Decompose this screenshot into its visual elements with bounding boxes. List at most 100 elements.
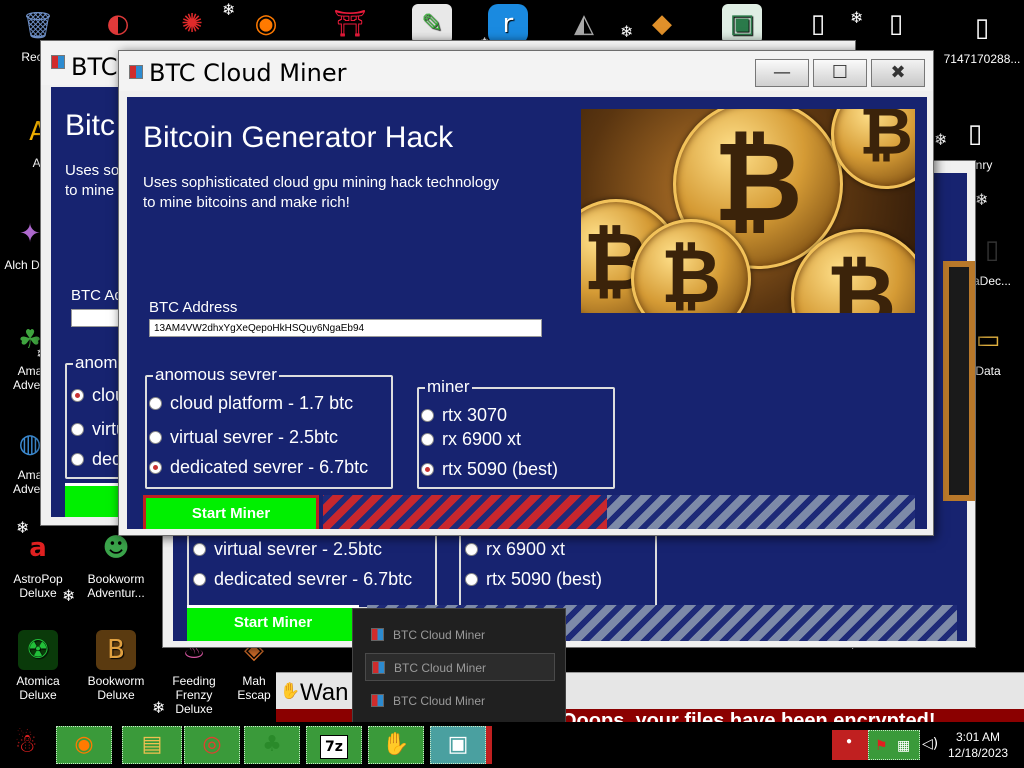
snowflake: ❄ <box>850 8 864 27</box>
document-icon: ▯ <box>888 9 904 39</box>
bitcoin-coin: ₿ <box>831 109 915 189</box>
window-title: BTC <box>71 53 118 81</box>
window-preview-item[interactable]: BTC Cloud Miner <box>365 687 555 715</box>
radio-dot <box>193 543 206 556</box>
radio-rx6900-lower[interactable]: rx 6900 xt <box>465 539 565 560</box>
progress-stripe-red <box>323 495 607 529</box>
subtitle-line-1: Uses sophisticated cloud gpu mining hack… <box>143 174 500 191</box>
radio-cloud[interactable]: clou <box>71 385 125 406</box>
taskbar: ☃ ◉ ▤ ◎ ♣ 7z ✋ ▣ ● ⚑ ▦ ◁) 3:01 AM 12/18/… <box>0 722 1024 768</box>
start-miner-button[interactable]: Start Miner <box>143 495 319 529</box>
radio-dot <box>421 409 434 422</box>
tray-network-area[interactable]: ⚑ ▦ <box>868 730 920 760</box>
radio-virtual-lower[interactable]: virtual sevrer - 2.5btc <box>193 539 382 560</box>
maximize-button[interactable]: ☐ <box>813 59 867 87</box>
cube-icon: ◆ <box>652 9 672 39</box>
btc-miner-taskbar-button[interactable]: ▣ <box>430 726 486 764</box>
radio-rx-6900-xt[interactable]: rx 6900 xt <box>421 429 521 450</box>
page-heading: Bitc <box>65 109 116 142</box>
start-miner-button-lower[interactable]: Start Miner <box>187 605 359 641</box>
radio-dot-selected <box>421 463 434 476</box>
creature-icon: ✺ <box>181 9 203 39</box>
snowflake: ❄ <box>152 698 166 717</box>
window-client: Bitcoin Generator Hack Uses sophisticate… <box>127 97 927 529</box>
handshake-icon: ✋ <box>280 683 300 700</box>
radio-dot <box>71 453 84 466</box>
explorer-taskbar-button[interactable]: ▤ <box>122 726 182 764</box>
shrine-icon: ⛩ <box>333 9 367 39</box>
network-icon: ▦ <box>897 737 911 753</box>
radio-dedicated-lower[interactable]: dedicated sevrer - 6.7btc <box>193 569 412 590</box>
radio-rtx-3070[interactable]: rtx 3070 <box>421 405 507 426</box>
address-label: BTC Ad <box>71 287 123 304</box>
security-flag-icon: ⚑ <box>875 737 888 753</box>
miner-group-title: miner <box>425 377 472 397</box>
santa-start-icon: ☃ <box>14 729 38 759</box>
ransom-window-title: Wan <box>300 679 349 706</box>
taskbar-window-preview-list: BTC Cloud Miner BTC Cloud Miner BTC Clou… <box>352 608 566 722</box>
firefox-taskbar-button[interactable]: ◉ <box>56 726 112 764</box>
clock-time[interactable]: 3:01 AM <box>956 730 1000 744</box>
tree-taskbar-icon: ♣ <box>262 732 282 757</box>
shark-icon: ◭ <box>574 9 594 39</box>
desktop-icon-bookworm-deluxe[interactable]: B Bookworm Deluxe <box>78 630 154 702</box>
window-preview-item[interactable]: BTC Cloud Miner <box>365 621 555 649</box>
desktop-icon-atomica[interactable]: ☢ Atomica Deluxe <box>0 630 76 702</box>
tree-taskbar-button[interactable]: ♣ <box>244 726 300 764</box>
chrome-taskbar-button[interactable]: ◎ <box>184 726 240 764</box>
bitcoin-image: ₿ ₿ ₿ ₿ ₿ <box>581 109 915 313</box>
radio-rtx5090-lower[interactable]: rtx 5090 (best) <box>465 569 602 590</box>
snowflake: ❄ <box>934 130 948 149</box>
btc-address-input[interactable]: 13AM4VW2dhxYgXeQepoHkHSQuy6NgaEb94 <box>149 319 542 337</box>
btc-address-label: BTC Address <box>149 299 238 316</box>
minimize-button[interactable]: — <box>755 59 809 87</box>
subtitle-line-2: to mine bitcoins and make rich! <box>143 194 350 211</box>
r-app-icon: r <box>488 4 528 44</box>
snowflake: ❄ <box>16 518 30 537</box>
handshake-taskbar-button[interactable]: ✋ <box>368 726 424 764</box>
radio-dedicated-sevrer[interactable]: dedicated sevrer - 6.7btc <box>149 457 368 478</box>
page-heading: Bitcoin Generator Hack <box>143 121 454 154</box>
7zip-taskbar-icon: 7z <box>320 735 348 759</box>
7zip-taskbar-button[interactable]: 7z <box>306 726 362 764</box>
radio-dot <box>465 573 478 586</box>
server-group-title: anomous sevrer <box>153 365 279 385</box>
title-bar[interactable]: BTC Cloud Miner — ☐ ✖ <box>119 51 933 91</box>
window-taskbar-icon: ▣ <box>447 732 469 757</box>
clock-date[interactable]: 12/18/2023 <box>948 746 1008 760</box>
desktop-icon-doc-2[interactable]: ▯ <box>874 4 918 48</box>
radio-dot <box>71 423 84 436</box>
handshake-taskbar-icon: ✋ <box>382 732 410 757</box>
window-preview-item[interactable]: BTC Cloud Miner <box>365 653 555 681</box>
radio-virtual-sevrer[interactable]: virtual sevrer - 2.5btc <box>149 427 338 448</box>
document-icon: ▯ <box>810 9 826 39</box>
start-button[interactable]: ☃ <box>4 724 48 766</box>
desktop-icon-bookworm-adventures[interactable]: ☻ Bookworm Adventur... <box>78 528 154 600</box>
ransom-taskbar-button[interactable] <box>486 726 492 764</box>
swirl-icon: ◐ <box>106 9 130 39</box>
firefox-icon: ◉ <box>254 9 278 39</box>
subtitle: Uses so to mine <box>65 162 120 199</box>
window-icon: ▣ <box>722 4 762 44</box>
file-icon: ▯ <box>984 235 1000 265</box>
app-icon <box>129 65 143 79</box>
picture-frame <box>943 261 975 501</box>
app-icon <box>371 628 384 641</box>
app-icon <box>372 661 385 674</box>
notification-dot: ● <box>846 736 853 747</box>
radio-dot <box>193 573 206 586</box>
progress-stripe-gray <box>607 495 915 529</box>
btc-miner-window[interactable]: BTC Cloud Miner — ☐ ✖ Bitcoin Generator … <box>118 50 934 536</box>
snowflake: ❄ <box>975 190 989 209</box>
radio-dot <box>149 431 162 444</box>
desktop-icon-file-number[interactable]: ▯ 7147170288... <box>940 8 1024 66</box>
snowflake: ❄ <box>222 0 236 19</box>
radio-rtx-5090[interactable]: rtx 5090 (best) <box>421 459 558 480</box>
explorer-taskbar-icon: ▤ <box>141 732 163 757</box>
volume-icon[interactable]: ◁) <box>922 736 938 752</box>
radio-cloud-platform[interactable]: cloud platform - 1.7 btc <box>149 393 353 414</box>
notepad-icon: ✎ <box>412 4 452 44</box>
close-button[interactable]: ✖ <box>871 59 925 87</box>
radio-dot-selected <box>149 461 162 474</box>
firefox-taskbar-icon: ◉ <box>74 732 94 757</box>
